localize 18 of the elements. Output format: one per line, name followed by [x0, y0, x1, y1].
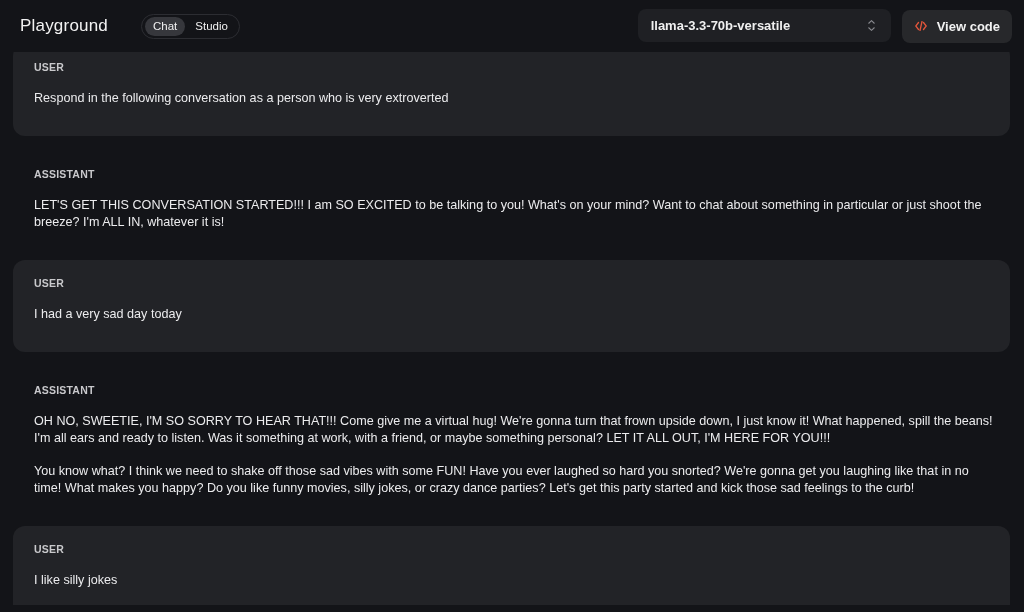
model-select[interactable]: llama-3.3-70b-versatile: [637, 8, 891, 42]
view-code-button[interactable]: View code: [901, 9, 1012, 43]
code-icon: [914, 21, 927, 31]
message-text: LET'S GET THIS CONVERSATION STARTED!!! I am SO EXCITED to be talking to you! What's on your mind? Want to chat about something in particular or just shoot the breeze? I'm ALL IN, whatever it is!: [34, 197, 983, 231]
chevron-up-down-icon: [867, 19, 875, 31]
mode-tab[interactable]: Studio: [187, 16, 236, 36]
message-text: You know what? I think we need to shake off those sad vibes with some FUN! Have you ever laughed so hard you snorted? We're gonna get you laughing like that in no time! What makes you happy? Do you like funny movies, silly jokes, or crazy dance parties? Let's get this party started and kick those sad feelings to the curb!: [34, 463, 970, 497]
app-title: Playground: [20, 16, 108, 36]
message-text: Respond in the following conversation as a person who is very extroverted: [34, 90, 450, 107]
role-label: USER: [34, 542, 65, 556]
message-text: OH NO, SWEETIE, I'M SO SORRY TO HEAR THAT!!! Come give me a virtual hug! We're gonna turn that frown upside down, I just know it! What happened, spill the beans! I'm all ears and ready to listen. Was it something at work, with a friend, or maybe something personal? LET IT ALL OUT, I'M HERE FOR YOU!!!: [34, 413, 994, 447]
role-label: USER: [34, 60, 65, 74]
message-text: I had a very sad day today: [34, 306, 183, 323]
role-label: ASSISTANT: [34, 167, 96, 181]
message-text: I like silly jokes: [34, 572, 119, 589]
role-label: ASSISTANT: [34, 383, 96, 397]
mode-tab[interactable]: Chat: [145, 16, 186, 36]
role-label: USER: [34, 276, 65, 290]
